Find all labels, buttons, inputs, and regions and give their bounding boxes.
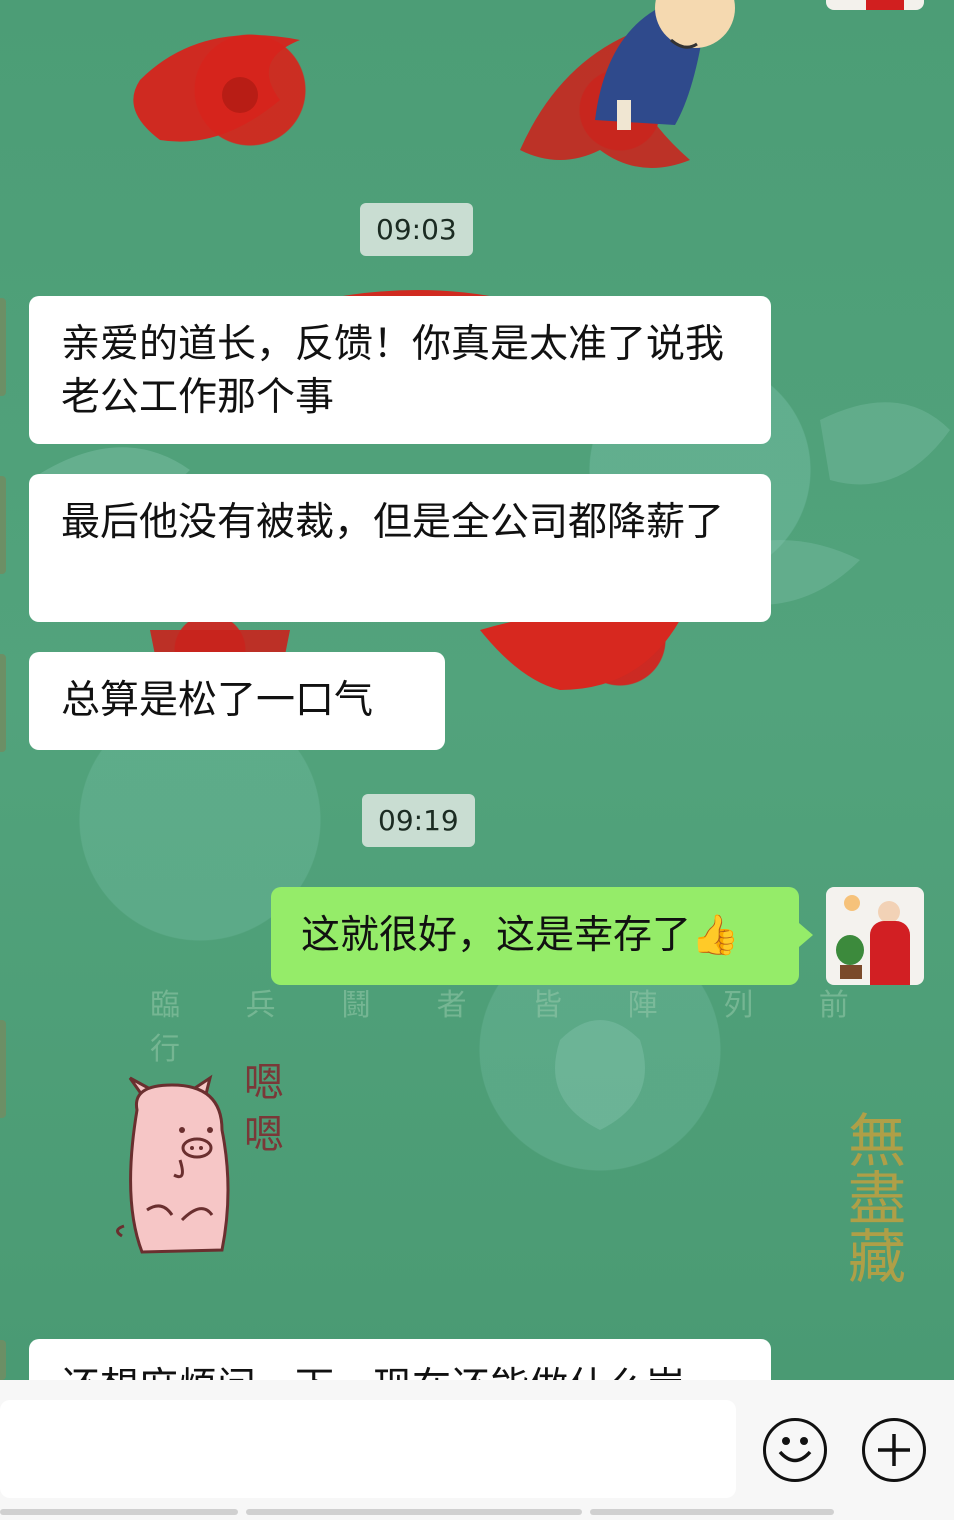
incoming-message[interactable]: 总算是松了一口气 [29, 652, 445, 750]
contact-avatar[interactable] [0, 298, 6, 396]
thumbs-up-emoji-icon: 👍 [691, 913, 740, 958]
contact-avatar[interactable] [0, 654, 6, 752]
more-button[interactable] [862, 1418, 926, 1482]
outgoing-message-text: 这就很好，这是幸存了 [301, 913, 692, 958]
message-timestamp: 09:19 [362, 794, 475, 847]
monk-sticker [595, 0, 735, 130]
sticker-caption: 嗯 [244, 1060, 284, 1106]
contact-avatar[interactable] [0, 1340, 6, 1380]
bottom-divider [590, 1509, 834, 1515]
chat-background: 臨 兵 鬪 者 皆 陣 列 前 行 無盡藏 09:03 亲爱的道长，反馈！你真是… [0, 0, 954, 1380]
pig-sticker[interactable]: 嗯 嗯 [112, 1050, 302, 1265]
bottom-divider [0, 1509, 238, 1515]
bottom-divider [246, 1509, 582, 1515]
incoming-message[interactable]: 亲爱的道长，反馈！你真是太准了说我老公工作那个事 [29, 296, 771, 444]
self-avatar-top[interactable] [826, 0, 924, 10]
contact-avatar[interactable] [0, 476, 6, 574]
contact-avatar[interactable] [0, 1020, 6, 1118]
self-avatar[interactable] [826, 887, 924, 985]
input-bar [0, 1380, 954, 1520]
message-timestamp: 09:03 [360, 203, 473, 256]
incoming-message[interactable]: 最后他没有被裁，但是全公司都降薪了 [29, 474, 771, 622]
smiley-face-icon [778, 1437, 812, 1463]
sticker-caption: 嗯 [244, 1112, 284, 1158]
incoming-message[interactable]: 还想麻烦问一下，现在还能做什么岗 [29, 1339, 771, 1380]
background-gold-text: 無盡藏 [838, 1110, 906, 1284]
emoji-button[interactable] [763, 1418, 827, 1482]
message-input[interactable] [0, 1400, 736, 1498]
outgoing-message[interactable]: 这就很好，这是幸存了👍 [271, 887, 813, 985]
plus-icon [878, 1434, 910, 1466]
